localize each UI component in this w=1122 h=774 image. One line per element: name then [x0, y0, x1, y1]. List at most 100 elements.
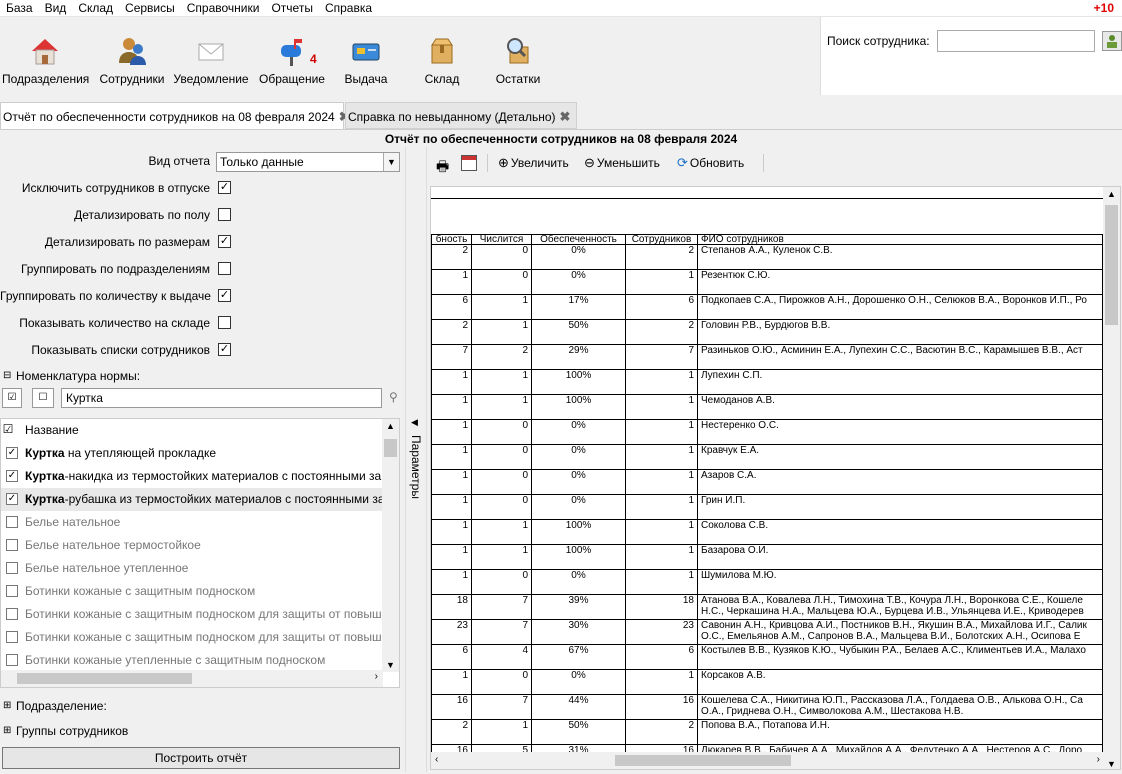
nomenclature-filter-input[interactable]: Куртка	[61, 388, 382, 408]
toolbar-obrashchenie-button[interactable]: Обращение 4	[256, 17, 328, 95]
report-title: Отчёт по обеспеченности сотрудников на 0…	[384, 132, 738, 146]
notification-counter[interactable]: +10	[1094, 0, 1114, 16]
scroll-thumb[interactable]	[1105, 205, 1118, 325]
item-checkbox[interactable]	[6, 539, 18, 551]
menu-vid[interactable]: Вид	[39, 0, 73, 16]
parameters-splitter[interactable]: ◀ Параметры	[405, 147, 427, 772]
menu-sklad[interactable]: Склад	[72, 0, 119, 16]
table-cell: 6	[625, 294, 698, 320]
toolbar-podrazdeleniya-button[interactable]: Подразделения	[2, 17, 89, 95]
item-checkbox[interactable]: ✓	[6, 493, 18, 505]
table-cell: 0%	[531, 494, 626, 520]
list-item[interactable]: Белье нательное	[1, 511, 383, 534]
collapse-arrow-icon[interactable]: ◀	[411, 417, 418, 428]
item-checkbox[interactable]	[6, 585, 18, 597]
list-item[interactable]: ✓ Куртка на утепляющей прокладке	[1, 442, 383, 465]
tab-obespechennost[interactable]: Отчёт по обеспеченности сотрудников на 0…	[0, 102, 350, 129]
zoom-in-icon: ⊕	[498, 155, 509, 170]
table-cell: 0%	[531, 569, 626, 595]
item-checkbox[interactable]	[6, 608, 18, 620]
table-cell: 2	[431, 244, 472, 270]
item-checkbox[interactable]: ✓	[6, 470, 18, 482]
list-header[interactable]: ☑ Название	[1, 419, 383, 442]
parameters-side-label[interactable]: Параметры	[409, 435, 423, 535]
table-cell: 1	[471, 394, 532, 420]
print-icon[interactable]: 🖶	[436, 156, 449, 180]
expand-icon[interactable]: ⊞	[3, 700, 11, 711]
item-checkbox[interactable]: ✓	[6, 447, 18, 459]
group-by-subdivision-checkbox[interactable]	[218, 262, 231, 275]
item-checkbox[interactable]	[6, 516, 18, 528]
table-cell-fio: Корсаков А.В.	[697, 669, 1103, 695]
zoom-out-button[interactable]: ⊖ Уменьшить	[584, 155, 660, 171]
expand-icon[interactable]: ⊞	[3, 725, 11, 736]
list-horizontal-scrollbar[interactable]: ›	[1, 670, 383, 687]
table-cell: 2	[625, 719, 698, 745]
column-header: Числится	[471, 234, 532, 245]
table-cell: 50%	[532, 770, 626, 771]
scroll-thumb[interactable]	[17, 673, 192, 684]
table-cell: 0	[471, 269, 532, 295]
list-item[interactable]: Белье нательное термостойкое	[1, 534, 383, 557]
detail-by-size-checkbox[interactable]: ✓	[218, 235, 231, 248]
menu-spravochniki[interactable]: Справочники	[181, 0, 266, 16]
search-button[interactable]	[1102, 31, 1122, 51]
header-checkbox[interactable]: ☑	[2, 423, 14, 436]
table-cell: 2	[432, 770, 472, 771]
report-type-select[interactable]: Только данные ▼	[216, 152, 400, 172]
table-cell: 0	[471, 569, 532, 595]
list-item[interactable]: ✓ Куртка-накидка из термостойких материал…	[1, 465, 383, 488]
list-item[interactable]: Ботинки кожаные с защитным подноском для…	[1, 603, 383, 626]
list-item[interactable]: Белье нательное утепленное	[1, 557, 383, 580]
menu-spravka[interactable]: Справка	[319, 0, 378, 16]
list-item[interactable]: ✓ Куртка-рубашка из термостойких материал…	[1, 488, 383, 511]
table-cell-fio: Разиньков О.Ю., Асминин Е.А., Лупехин С.…	[697, 344, 1103, 370]
menu-servisy[interactable]: Сервисы	[119, 0, 181, 16]
deselect-all-icon[interactable]: ☐	[32, 388, 54, 408]
group-by-quantity-checkbox[interactable]: ✓	[218, 289, 231, 302]
scroll-thumb[interactable]	[615, 755, 791, 766]
search-icon[interactable]: ⚲	[389, 390, 398, 404]
collapse-icon[interactable]: ⊟	[3, 370, 11, 381]
table-cell-fio: Лупехин С.П.	[697, 369, 1103, 395]
detail-by-gender-checkbox[interactable]	[218, 208, 231, 221]
toolbar-ostatki-button[interactable]: Остатки	[488, 17, 548, 95]
refresh-button[interactable]: ⟳ Обновить	[677, 155, 744, 171]
report-horizontal-scrollbar[interactable]: ‹ ›	[431, 752, 1105, 769]
tab-spravka-nevydannomu[interactable]: Справка по невыданному (Детально) ✖	[345, 102, 577, 129]
item-checkbox[interactable]	[6, 562, 18, 574]
show-employee-lists-checkbox[interactable]: ✓	[218, 343, 231, 356]
report-vertical-scrollbar[interactable]: ▲ ▼	[1103, 187, 1120, 769]
option-label: Исключить сотрудников в отпуске	[21, 181, 210, 195]
table-cell: 0	[471, 419, 532, 445]
item-checkbox[interactable]	[6, 654, 18, 666]
list-vertical-scrollbar[interactable]: ▲ ▼	[382, 419, 399, 672]
show-stock-checkbox[interactable]	[218, 316, 231, 329]
scroll-thumb[interactable]	[384, 439, 397, 457]
search-input[interactable]	[937, 30, 1095, 52]
toolbar-sotrudniki-button[interactable]: Сотрудники	[96, 17, 168, 95]
table-row: 1 0 0% 1 Резентюк С.Ю.	[431, 269, 1103, 295]
mailbox-icon	[281, 39, 302, 66]
zoom-in-button[interactable]: ⊕ Увеличить	[498, 155, 569, 171]
item-checkbox[interactable]	[6, 631, 18, 643]
menu-baza[interactable]: База	[0, 0, 39, 16]
table-cell: 7	[471, 594, 532, 620]
build-report-button[interactable]: Построить отчёт	[2, 747, 400, 769]
list-item[interactable]: Ботинки кожаные с защитным подноском для…	[1, 626, 383, 649]
report-document: бность Числится Обеспеченность Сотрудник…	[430, 186, 1121, 770]
toolbar-vydacha-button[interactable]: Выдача	[336, 17, 396, 95]
table-row: 2 1 50% 2 Головин Р.В., Бурдюгов В.В.	[431, 319, 1103, 345]
list-item[interactable]: Ботинки кожаные утепленные с защитным по…	[1, 649, 383, 672]
exclude-vacation-checkbox[interactable]: ✓	[218, 181, 231, 194]
select-all-icon[interactable]: ☑	[2, 388, 22, 408]
toolbar-uvedomlenie-button[interactable]: Уведомление	[172, 17, 250, 95]
close-icon[interactable]: ✖	[560, 103, 571, 130]
main-toolbar: Подразделения Сотрудники Уведомление Обр…	[0, 17, 820, 95]
list-item[interactable]: Ботинки кожаные с защитным подноском	[1, 580, 383, 603]
export-icon[interactable]	[461, 155, 477, 171]
menu-otchety[interactable]: Отчеты	[265, 0, 318, 16]
table-cell: 1	[431, 569, 472, 595]
option-label: Группировать по подразделениям	[20, 262, 210, 276]
toolbar-sklad-button[interactable]: Склад	[412, 17, 472, 95]
